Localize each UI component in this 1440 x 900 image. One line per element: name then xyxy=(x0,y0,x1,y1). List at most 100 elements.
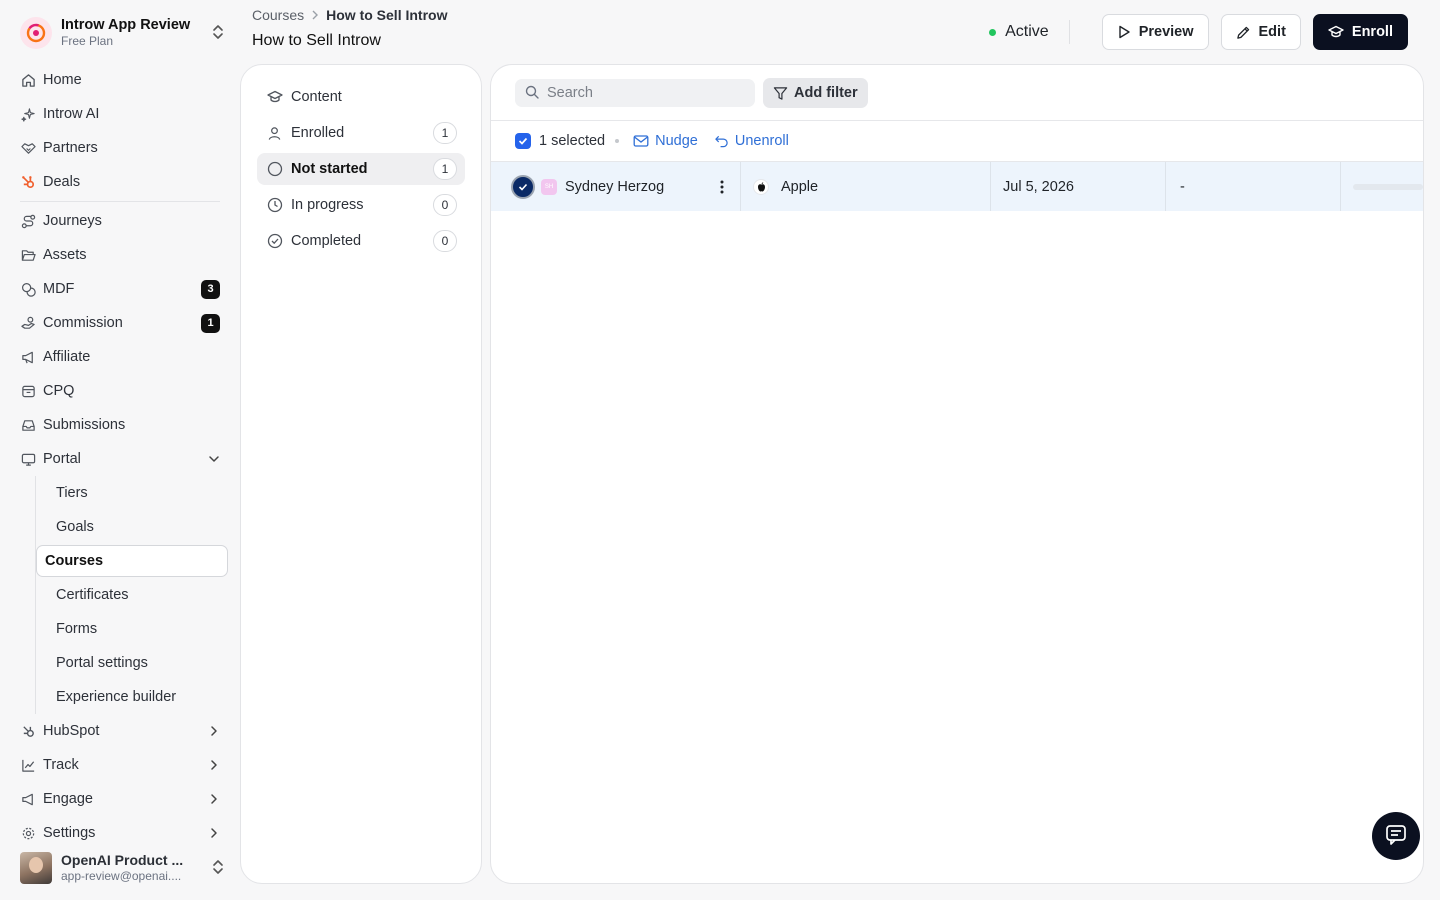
workspace-switcher[interactable]: Introw App Review Free Plan xyxy=(20,14,226,52)
search-box xyxy=(515,79,755,107)
edit-button-label: Edit xyxy=(1258,24,1286,40)
sidebar-divider xyxy=(20,201,220,202)
more-vertical-icon[interactable] xyxy=(720,180,724,194)
sidebar-item-forms[interactable]: Forms xyxy=(36,612,228,646)
tab-count-badge: 1 xyxy=(433,122,457,144)
nudge-button[interactable]: Nudge xyxy=(633,133,698,149)
tab-count-badge: 1 xyxy=(433,158,457,180)
user-menu[interactable]: OpenAI Product ... app-review@openai.... xyxy=(20,851,226,885)
sidebar-item-label: Engage xyxy=(43,791,93,807)
tab-completed[interactable]: Completed 0 xyxy=(257,225,465,257)
graduation-cap-icon xyxy=(1328,25,1344,39)
clock-icon xyxy=(267,197,283,213)
enrollments-panel: Add filter 1 selected Nudge Unenroll SH … xyxy=(490,64,1424,884)
sidebar-item-hubspot[interactable]: HubSpot xyxy=(12,714,228,748)
undo-icon xyxy=(714,134,729,148)
chevron-right-icon xyxy=(208,759,220,771)
sidebar: Introw App Review Free Plan Home Introw … xyxy=(0,0,240,900)
package-icon xyxy=(20,383,36,399)
table-row[interactable]: SH Sydney Herzog Apple Jul 5, 2026 - xyxy=(491,162,1423,211)
chat-support-button[interactable] xyxy=(1372,812,1420,860)
add-filter-label: Add filter xyxy=(794,85,858,101)
sidebar-item-settings[interactable]: Settings xyxy=(12,816,228,850)
add-filter-button[interactable]: Add filter xyxy=(763,78,868,108)
sidebar-item-introw-ai[interactable]: Introw AI xyxy=(12,97,228,131)
sidebar-item-label: Portal xyxy=(43,451,81,467)
tab-label: Not started xyxy=(291,161,368,177)
status-label: Active xyxy=(1005,23,1049,40)
preview-button[interactable]: Preview xyxy=(1101,14,1209,50)
row-checkbox[interactable] xyxy=(511,174,535,199)
play-icon xyxy=(1117,25,1131,39)
sidebar-item-assets[interactable]: Assets xyxy=(12,238,228,272)
sidebar-item-journeys[interactable]: Journeys xyxy=(12,204,228,238)
sidebar-item-courses[interactable]: Courses xyxy=(36,545,228,577)
sidebar-item-label: MDF xyxy=(43,281,75,297)
workspace-name: Introw App Review xyxy=(61,17,191,33)
mdf-count-badge: 3 xyxy=(201,279,220,299)
sidebar-item-portal[interactable]: Portal xyxy=(12,442,228,476)
sidebar-item-submissions[interactable]: Submissions xyxy=(12,408,228,442)
unenroll-label: Unenroll xyxy=(734,133,789,149)
sidebar-item-affiliate[interactable]: Affiliate xyxy=(12,340,228,374)
user-icon xyxy=(267,126,283,141)
hubspot-icon xyxy=(20,723,36,739)
sidebar-nav: Home Introw AI Partners Deals Journeys A… xyxy=(12,63,228,850)
sidebar-item-experience-builder[interactable]: Experience builder xyxy=(36,680,228,714)
commission-count-badge: 1 xyxy=(201,313,220,333)
unenroll-button[interactable]: Unenroll xyxy=(714,133,789,149)
toolbar-divider xyxy=(491,120,1423,121)
sidebar-item-engage[interactable]: Engage xyxy=(12,782,228,816)
select-all-checkbox[interactable] xyxy=(515,133,531,149)
header-actions: Active Preview Edit Enroll xyxy=(989,14,1408,50)
portal-submenu: Tiers Goals Courses Certificates Forms P… xyxy=(35,476,228,714)
sidebar-item-partners[interactable]: Partners xyxy=(12,131,228,165)
extra-cell xyxy=(1341,162,1423,211)
sidebar-item-portal-settings[interactable]: Portal settings xyxy=(36,646,228,680)
sidebar-item-certificates[interactable]: Certificates xyxy=(36,578,228,612)
chevron-right-icon xyxy=(208,725,220,737)
sparkles-icon xyxy=(20,106,36,122)
tab-count-badge: 0 xyxy=(433,194,457,216)
breadcrumb-current: How to Sell Introw xyxy=(326,7,448,23)
introw-logo-icon xyxy=(20,17,52,49)
edit-button[interactable]: Edit xyxy=(1220,14,1301,50)
tab-enrolled[interactable]: Enrolled 1 xyxy=(257,117,465,149)
chevron-right-icon xyxy=(311,7,319,23)
sidebar-item-home[interactable]: Home xyxy=(12,63,228,97)
sidebar-item-track[interactable]: Track xyxy=(12,748,228,782)
sidebar-item-commission[interactable]: Commission 1 xyxy=(12,306,228,340)
sidebar-item-label: HubSpot xyxy=(43,723,100,739)
megaphone-icon xyxy=(20,349,36,365)
sidebar-item-mdf[interactable]: MDF 3 xyxy=(12,272,228,306)
user-email: app-review@openai.... xyxy=(61,869,182,883)
tab-in-progress[interactable]: In progress 0 xyxy=(257,189,465,221)
separator-dot xyxy=(615,139,620,143)
enroll-button[interactable]: Enroll xyxy=(1312,14,1408,50)
avatar xyxy=(20,852,52,884)
workspace-plan: Free Plan xyxy=(61,34,114,48)
mail-icon xyxy=(633,134,649,148)
partner-name[interactable]: Sydney Herzog xyxy=(565,179,720,195)
sidebar-item-cpq[interactable]: CPQ xyxy=(12,374,228,408)
search-input[interactable] xyxy=(547,85,737,101)
monitor-icon xyxy=(20,451,36,467)
breadcrumb-courses-link[interactable]: Courses xyxy=(252,7,304,23)
company-cell: Apple xyxy=(741,162,991,211)
sidebar-item-deals[interactable]: Deals xyxy=(12,165,228,199)
table-toolbar: Add filter xyxy=(515,78,868,108)
chevron-down-icon xyxy=(208,453,220,465)
course-tabs-panel: Content Enrolled 1 Not started 1 In prog… xyxy=(240,64,482,884)
tab-content[interactable]: Content xyxy=(257,81,465,113)
tab-not-started[interactable]: Not started 1 xyxy=(257,153,465,185)
megaphone-icon xyxy=(20,791,36,807)
sidebar-item-tiers[interactable]: Tiers xyxy=(36,476,228,510)
progress-cell: - xyxy=(1166,162,1341,211)
inbox-icon xyxy=(20,417,36,433)
sidebar-item-goals[interactable]: Goals xyxy=(36,510,228,544)
chevrons-up-down-icon xyxy=(212,859,226,878)
selected-count: 1 selected xyxy=(539,133,606,149)
loading-placeholder xyxy=(1353,183,1423,190)
hubspot-icon xyxy=(20,174,36,190)
gear-icon xyxy=(20,825,36,841)
